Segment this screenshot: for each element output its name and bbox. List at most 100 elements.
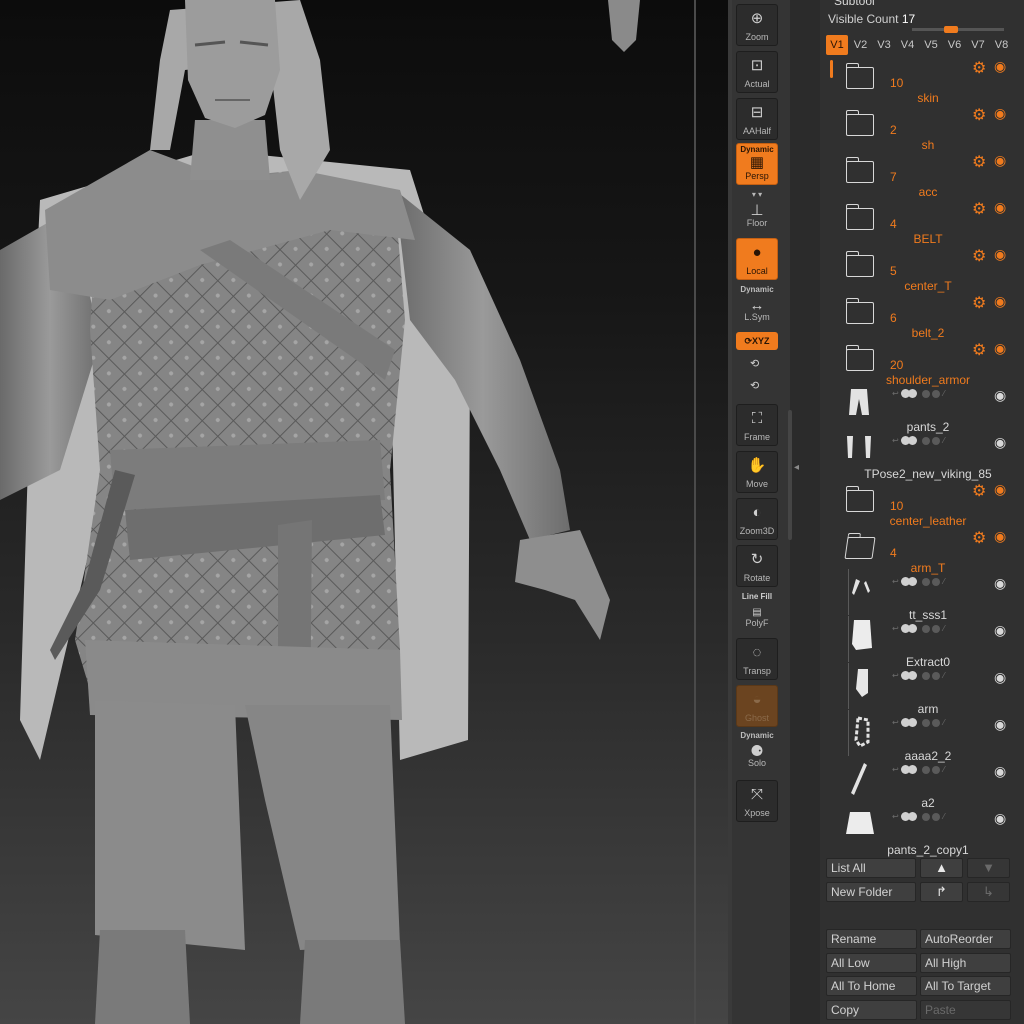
transp-button[interactable]: ◌ Transp xyxy=(736,638,778,680)
eye-icon[interactable]: ◉ xyxy=(994,669,1006,686)
gear-icon[interactable]: ⚙ xyxy=(972,481,986,501)
subtool-controls[interactable]: ↩ ⁄ xyxy=(892,436,946,446)
subtool-item-pants-2-copy1[interactable]: ↩ ⁄ pants_2_copy1 ◉ xyxy=(842,810,1022,860)
gear-icon[interactable]: ⚙ xyxy=(972,246,986,266)
all-high-button[interactable]: All High xyxy=(920,953,1011,973)
rotate-y-icon[interactable]: ⟲ xyxy=(750,357,759,370)
subtool-controls[interactable]: ↩ ⁄ xyxy=(892,718,946,728)
subtool-controls[interactable]: ↩ ⁄ xyxy=(892,577,946,587)
move-button[interactable]: ✋ Move xyxy=(736,451,778,493)
eye-icon[interactable]: ◉ xyxy=(994,105,1006,122)
persp-button[interactable]: Dynamic ▦ Persp xyxy=(736,143,778,185)
tab-v8[interactable]: V8 xyxy=(991,35,1013,55)
rotate-z-icon[interactable]: ⟲ xyxy=(750,379,759,392)
aahalf-button[interactable]: ⊟ AAHalf xyxy=(736,98,778,140)
subtool-folder-shoulder-armor[interactable]: 20 shoulder_armor ⚙ ◉ xyxy=(842,340,1022,390)
polyf-button[interactable]: Line Fill ▤ PolyF xyxy=(736,590,778,632)
zoom3d-button[interactable]: ◐ Zoom3D xyxy=(736,498,778,540)
eye-icon[interactable]: ◉ xyxy=(994,481,1006,498)
move-to-folder-button[interactable]: ↱ xyxy=(920,882,963,902)
subtool-controls[interactable]: ↩ ⁄ xyxy=(892,812,946,822)
subtool-folder-skin[interactable]: 10 skin ⚙ ◉ xyxy=(842,58,1022,108)
new-folder-button[interactable]: New Folder xyxy=(826,882,916,902)
lsym-button[interactable]: ↔ L.Sym xyxy=(736,294,778,326)
eye-icon[interactable]: ◉ xyxy=(994,340,1006,357)
tab-v2[interactable]: V2 xyxy=(850,35,872,55)
autoreorder-button[interactable]: AutoReorder xyxy=(920,929,1011,949)
subtool-folder-center-t[interactable]: 5 center_T ⚙ ◉ xyxy=(842,246,1022,296)
eye-icon[interactable]: ◉ xyxy=(994,810,1006,827)
subtool-item-a2[interactable]: ↩ ⁄ a2 ◉ xyxy=(842,763,1022,813)
subtool-item-tpose2[interactable]: ↩ ⁄ TPose2_new_viking_85 ◉ xyxy=(842,434,1022,484)
floor-button[interactable]: ⊥ Floor xyxy=(736,198,778,232)
gear-icon[interactable]: ⚙ xyxy=(972,293,986,313)
paste-button[interactable]: Paste xyxy=(920,1000,1011,1020)
subtool-item-pants-2[interactable]: ↩ ⁄ pants_2 ◉ xyxy=(842,387,1022,437)
rotate-button[interactable]: ↻ Rotate xyxy=(736,545,778,587)
tab-v6[interactable]: V6 xyxy=(944,35,966,55)
subtool-folder-sh[interactable]: 2 sh ⚙ ◉ xyxy=(842,105,1022,155)
subtool-list-scrollbar[interactable] xyxy=(830,60,833,78)
tab-v3[interactable]: V3 xyxy=(873,35,895,55)
all-to-home-button[interactable]: All To Home xyxy=(826,976,917,996)
all-to-target-button[interactable]: All To Target xyxy=(920,976,1011,996)
folder-icon xyxy=(846,157,874,183)
all-low-button[interactable]: All Low xyxy=(826,953,917,973)
eye-icon[interactable]: ◉ xyxy=(994,293,1006,310)
xpose-button[interactable]: ⤧ Xpose xyxy=(736,780,778,822)
subtool-folder-belt-2[interactable]: 6 belt_2 ⚙ ◉ xyxy=(842,293,1022,343)
eye-icon[interactable]: ◉ xyxy=(994,575,1006,592)
ghost-button[interactable]: ◒ Ghost xyxy=(736,685,778,727)
eye-icon[interactable]: ◉ xyxy=(994,716,1006,733)
xyz-rotation-button[interactable]: ⟳XYZ xyxy=(736,332,778,350)
subtool-item-extract0[interactable]: ↩ ⁄ Extract0 ◉ xyxy=(842,616,1022,672)
eye-icon[interactable]: ◉ xyxy=(994,199,1006,216)
subtool-item-tt-sss1[interactable]: ↩ ⁄ tt_sss1 ◉ xyxy=(842,569,1022,625)
collapse-tray-icon[interactable]: ◂ xyxy=(794,462,799,473)
frame-icon: ⛶ xyxy=(751,410,763,427)
local-button[interactable]: ● Local xyxy=(736,238,778,280)
copy-button[interactable]: Copy xyxy=(826,1000,917,1020)
eye-icon[interactable]: ◉ xyxy=(994,152,1006,169)
list-all-button[interactable]: List All xyxy=(826,858,916,878)
subtool-folder-arm-t[interactable]: 4 arm_T ⚙ ◉ xyxy=(842,528,1022,578)
subtool-folder-center-leather[interactable]: 10 center_leather ⚙ ◉ xyxy=(842,481,1022,531)
subtool-controls[interactable]: ↩ ⁄ xyxy=(892,671,946,681)
subtool-controls[interactable]: ↩ ⁄ xyxy=(892,765,946,775)
actual-button[interactable]: ⊡ Actual xyxy=(736,51,778,93)
gear-icon[interactable]: ⚙ xyxy=(972,199,986,219)
tab-v1[interactable]: V1 xyxy=(826,35,848,55)
eye-icon[interactable]: ◉ xyxy=(994,763,1006,780)
subtool-controls[interactable]: ↩ ⁄ xyxy=(892,624,946,634)
visible-count-slider-knob[interactable] xyxy=(944,26,958,33)
gear-icon[interactable]: ⚙ xyxy=(972,528,986,548)
toolbar-scrollbar[interactable] xyxy=(788,410,792,540)
rename-button[interactable]: Rename xyxy=(826,929,917,949)
eye-icon[interactable]: ◉ xyxy=(994,622,1006,639)
move-down-button[interactable]: ▼ xyxy=(967,858,1010,878)
subtool-controls[interactable]: ↩ ⁄ xyxy=(892,389,946,399)
subtool-folder-belt[interactable]: 4 BELT ⚙ ◉ xyxy=(842,199,1022,249)
solo-button[interactable]: ⚈ Solo xyxy=(736,740,778,772)
move-up-button[interactable]: ▲ xyxy=(920,858,963,878)
gear-icon[interactable]: ⚙ xyxy=(972,105,986,125)
eye-icon[interactable]: ◉ xyxy=(994,434,1006,451)
eye-icon[interactable]: ◉ xyxy=(994,246,1006,263)
eye-icon[interactable]: ◉ xyxy=(994,387,1006,404)
visible-count-slider[interactable] xyxy=(912,28,1004,31)
move-out-folder-button[interactable]: ↳ xyxy=(967,882,1010,902)
tab-v4[interactable]: V4 xyxy=(897,35,919,55)
frame-button[interactable]: ⛶ Frame xyxy=(736,404,778,446)
zoom-button[interactable]: ⊕ Zoom xyxy=(736,4,778,46)
eye-icon[interactable]: ◉ xyxy=(994,58,1006,75)
tab-v7[interactable]: V7 xyxy=(967,35,989,55)
eye-icon[interactable]: ◉ xyxy=(994,528,1006,545)
subtool-item-arm[interactable]: ↩ ⁄ arm ◉ xyxy=(842,663,1022,719)
gear-icon[interactable]: ⚙ xyxy=(972,340,986,360)
tab-v5[interactable]: V5 xyxy=(920,35,942,55)
viewport-canvas[interactable] xyxy=(0,0,728,1024)
subtool-folder-acc[interactable]: 7 acc ⚙ ◉ xyxy=(842,152,1022,202)
gear-icon[interactable]: ⚙ xyxy=(972,152,986,172)
gear-icon[interactable]: ⚙ xyxy=(972,58,986,78)
subtool-item-aaaa2-2[interactable]: ↩ ⁄ aaaa2_2 ◉ xyxy=(842,710,1022,766)
